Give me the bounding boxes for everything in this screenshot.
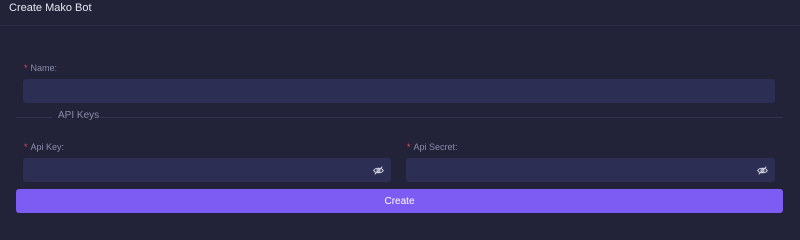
eye-slash-icon[interactable] [757,165,768,176]
api-secret-field-wrapper [406,158,775,182]
dialog-header: Create Mako Bot [0,0,800,26]
name-field-wrapper [23,79,775,103]
api-key-label: * Api Key: [24,142,64,152]
divider-right [100,117,783,118]
api-secret-input[interactable] [406,158,775,182]
divider-left [16,117,52,118]
section-title-api-keys: API Keys [58,110,100,121]
name-label-text: Name: [30,63,58,73]
required-mark: * [24,142,28,152]
api-secret-label-text: Api Secret: [413,142,458,152]
api-key-label-text: Api Key: [30,142,65,152]
api-key-field-wrapper [23,158,391,182]
eye-slash-icon[interactable] [373,165,384,176]
required-mark: * [407,142,411,152]
name-input[interactable] [23,79,775,103]
required-mark: * [24,63,28,73]
api-secret-label: * Api Secret: [407,142,458,152]
name-label: * Name: [24,63,57,73]
create-button[interactable]: Create [16,189,783,213]
dialog-title: Create Mako Bot [9,2,92,14]
api-key-input[interactable] [23,158,391,182]
